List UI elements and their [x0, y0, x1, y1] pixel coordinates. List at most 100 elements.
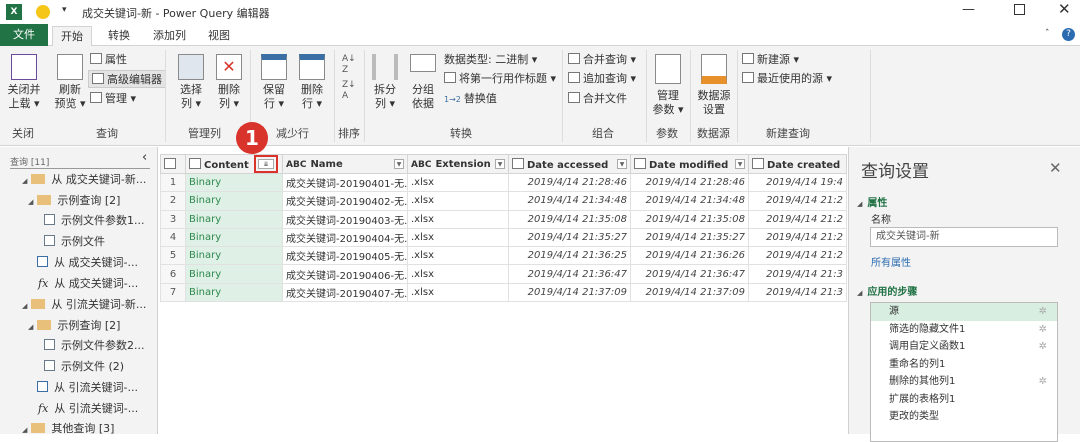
- content-cell[interactable]: Binary: [185, 227, 283, 248]
- applied-step[interactable]: 删除的其他列1 ✲: [871, 373, 1057, 391]
- query-item[interactable]: 从 成交关键词-...: [37, 253, 138, 273]
- properties-section-header[interactable]: ◢ 属性: [857, 194, 887, 209]
- applied-step[interactable]: 源 ✲: [871, 303, 1057, 321]
- column-header-date-modified[interactable]: Date modified ▼: [630, 154, 749, 174]
- collapse-pane-icon[interactable]: ‹: [142, 150, 147, 165]
- extension-cell[interactable]: .xlsx: [407, 191, 509, 211]
- name-cell[interactable]: 成交关键词-20190406-无...: [282, 264, 408, 284]
- date-created-cell[interactable]: 2019/4/14 21:2: [748, 227, 847, 248]
- query-item[interactable]: 示例文件 (2): [44, 357, 124, 377]
- keep-rows-button[interactable]: 保留 行 ▾: [256, 54, 292, 111]
- row-number[interactable]: 7: [160, 282, 186, 303]
- collapse-ribbon-icon[interactable]: ˆ: [1045, 29, 1050, 39]
- tab-view[interactable]: 视图: [200, 26, 238, 46]
- date-created-cell[interactable]: 2019/4/14 19:4: [748, 172, 847, 193]
- content-cell[interactable]: Binary: [185, 172, 283, 193]
- name-cell[interactable]: 成交关键词-20190405-无...: [282, 246, 408, 266]
- date-accessed-cell[interactable]: 2019/4/14 21:37:09: [508, 282, 631, 303]
- query-item[interactable]: 从 引流关键词-...: [37, 378, 138, 398]
- query-item[interactable]: 示例文件参数1...: [44, 211, 145, 231]
- date-created-cell[interactable]: 2019/4/14 21:3: [748, 282, 847, 303]
- content-cell[interactable]: Binary: [185, 209, 283, 229]
- query-item[interactable]: fx 从 引流关键词-...: [38, 399, 138, 419]
- date-accessed-cell[interactable]: 2019/4/14 21:36:25: [508, 246, 631, 266]
- date-modified-cell[interactable]: 2019/4/14 21:37:09: [630, 282, 749, 303]
- date-modified-cell[interactable]: 2019/4/14 21:28:46: [630, 172, 749, 193]
- properties-button[interactable]: 属性: [90, 51, 127, 69]
- append-queries-button[interactable]: 追加查询 ▾: [568, 70, 636, 88]
- use-first-row-as-headers-button[interactable]: 将第一行用作标题 ▾: [444, 70, 556, 88]
- column-header-name[interactable]: ABC Name ▼: [282, 154, 408, 174]
- column-header-date-accessed[interactable]: Date accessed ▼: [508, 154, 631, 174]
- date-created-cell[interactable]: 2019/4/14 21:3: [748, 264, 847, 284]
- close-button[interactable]: ✕: [1058, 0, 1071, 18]
- name-cell[interactable]: 成交关键词-20190401-无...: [282, 172, 408, 193]
- manage-button[interactable]: 管理 ▾: [90, 90, 136, 108]
- content-cell[interactable]: Binary: [185, 282, 283, 303]
- date-accessed-cell[interactable]: 2019/4/14 21:35:08: [508, 209, 631, 229]
- filter-dropdown-icon[interactable]: ▼: [617, 159, 627, 169]
- advanced-editor-button[interactable]: 高级编辑器: [88, 70, 166, 88]
- date-created-cell[interactable]: 2019/4/14 21:2: [748, 246, 847, 266]
- replace-values-button[interactable]: 1→2 替换值: [444, 90, 497, 108]
- query-name-input[interactable]: 成交关键词-新: [870, 227, 1058, 247]
- column-header-extension[interactable]: ABC Extension ▼: [407, 154, 509, 174]
- split-column-button[interactable]: 拆分 列 ▾: [368, 54, 402, 111]
- tab-add-column[interactable]: 添加列: [145, 26, 194, 46]
- query-item[interactable]: 示例文件参数2...: [44, 336, 145, 356]
- gear-icon[interactable]: ✲: [1039, 321, 1047, 339]
- row-number[interactable]: 2: [160, 191, 186, 211]
- expand-binary-button[interactable]: ⇊: [254, 155, 278, 173]
- content-cell[interactable]: Binary: [185, 191, 283, 211]
- help-icon[interactable]: ?: [1062, 28, 1075, 41]
- applied-steps-header[interactable]: ◢ 应用的步骤: [857, 283, 917, 298]
- new-source-button[interactable]: 新建源 ▾: [742, 51, 799, 69]
- name-cell[interactable]: 成交关键词-20190402-无...: [282, 191, 408, 211]
- row-number[interactable]: 1: [160, 172, 186, 193]
- group-by-button[interactable]: 分组 依据: [406, 54, 440, 111]
- date-modified-cell[interactable]: 2019/4/14 21:34:48: [630, 191, 749, 211]
- close-load-button[interactable]: 关闭并 上载 ▾: [4, 54, 44, 111]
- date-modified-cell[interactable]: 2019/4/14 21:35:27: [630, 227, 749, 248]
- recent-sources-button[interactable]: 最近使用的源 ▾: [742, 70, 832, 88]
- content-cell[interactable]: Binary: [185, 246, 283, 266]
- date-modified-cell[interactable]: 2019/4/14 21:35:08: [630, 209, 749, 229]
- gear-icon[interactable]: ✲: [1039, 303, 1047, 321]
- row-number[interactable]: 4: [160, 227, 186, 248]
- remove-columns-button[interactable]: ✕ 删除 列 ▾: [212, 54, 246, 111]
- filter-dropdown-icon[interactable]: ▼: [495, 159, 505, 169]
- refresh-preview-button[interactable]: 刷新 预览 ▾: [52, 54, 88, 111]
- query-item[interactable]: fx 从 成交关键词-...: [38, 274, 138, 294]
- table-menu-button[interactable]: [160, 154, 186, 174]
- applied-step[interactable]: 更改的类型: [871, 408, 1057, 426]
- date-modified-cell[interactable]: 2019/4/14 21:36:26: [630, 246, 749, 266]
- combine-files-button[interactable]: 合并文件: [568, 90, 627, 108]
- extension-cell[interactable]: .xlsx: [407, 282, 509, 303]
- applied-step[interactable]: 扩展的表格列1: [871, 391, 1057, 409]
- query-group[interactable]: ◢ 从 引流关键词-新...: [22, 295, 146, 315]
- extension-cell[interactable]: .xlsx: [407, 246, 509, 266]
- extension-cell[interactable]: .xlsx: [407, 227, 509, 248]
- date-created-cell[interactable]: 2019/4/14 21:2: [748, 191, 847, 211]
- smiley-icon[interactable]: [36, 5, 50, 19]
- data-source-settings-button[interactable]: 数据源 设置: [694, 54, 734, 117]
- date-created-cell[interactable]: 2019/4/14 21:2: [748, 209, 847, 229]
- query-group[interactable]: ◢ 示例查询 [2]: [28, 316, 120, 336]
- gear-icon[interactable]: ✲: [1039, 373, 1047, 391]
- data-type-dropdown[interactable]: 数据类型: 二进制 ▾: [444, 51, 537, 69]
- date-accessed-cell[interactable]: 2019/4/14 21:36:47: [508, 264, 631, 284]
- date-accessed-cell[interactable]: 2019/4/14 21:28:46: [508, 172, 631, 193]
- column-header-date-created[interactable]: Date created: [748, 154, 847, 174]
- content-cell[interactable]: Binary: [185, 264, 283, 284]
- extension-cell[interactable]: .xlsx: [407, 209, 509, 229]
- sort-descending-button[interactable]: Z↓ A: [342, 80, 356, 102]
- date-accessed-cell[interactable]: 2019/4/14 21:35:27: [508, 227, 631, 248]
- all-properties-link[interactable]: 所有属性: [871, 254, 911, 269]
- query-group[interactable]: ◢ 其他查询 [3]: [22, 419, 114, 439]
- column-header-content[interactable]: Content ⇊: [185, 154, 283, 174]
- tab-transform[interactable]: 转换: [100, 26, 138, 46]
- query-group[interactable]: ◢ 示例查询 [2]: [28, 191, 120, 211]
- quick-access-dropdown-icon[interactable]: ▾: [62, 5, 67, 15]
- name-cell[interactable]: 成交关键词-20190407-无...: [282, 282, 408, 303]
- query-group[interactable]: ◢ 从 成交关键词-新...: [22, 170, 146, 190]
